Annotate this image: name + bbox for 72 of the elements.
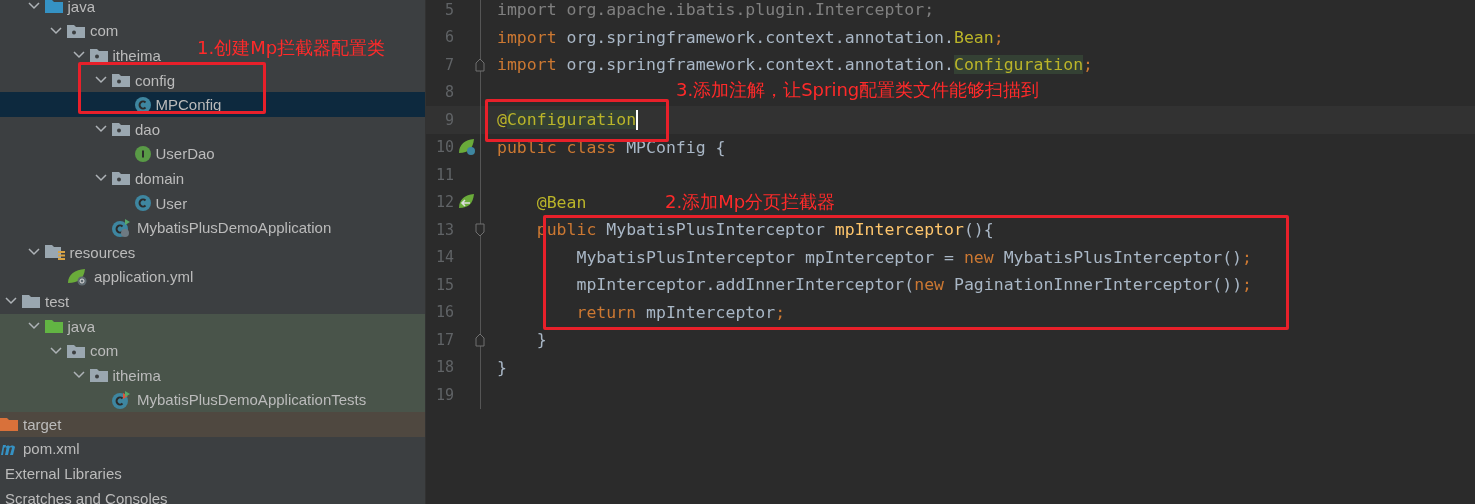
line-number: 18: [434, 358, 454, 377]
tree-label[interactable]: External Libraries: [5, 465, 122, 483]
interface-icon: [134, 145, 151, 162]
package-folder-icon: [67, 23, 85, 38]
code-line: return mpInterceptor;: [575, 302, 786, 322]
line-number: 5: [443, 0, 454, 19]
line-number: 7: [443, 55, 454, 74]
tree-label[interactable]: User: [155, 194, 188, 212]
line-number: 14: [434, 248, 454, 267]
line-number: 16: [434, 303, 454, 322]
tree-label[interactable]: itheima: [112, 47, 161, 64]
line-number: 12: [434, 193, 454, 212]
tree-label[interactable]: Scratches and Consoles: [5, 489, 168, 504]
resources-folder-icon: [44, 244, 65, 261]
code-line: }: [535, 330, 547, 350]
line-number: 15: [434, 275, 454, 294]
tree-label[interactable]: com: [90, 22, 119, 40]
tree-label[interactable]: application.yml: [94, 268, 194, 286]
folder-icon: [0, 417, 18, 432]
tree-label[interactable]: UserDao: [155, 145, 215, 163]
tree-label[interactable]: domain: [135, 169, 185, 187]
tree-label[interactable]: dao: [135, 120, 161, 138]
code-line: mpInterceptor.addInnerInterceptor(new PaginationInnerInterceptor());: [575, 275, 1252, 295]
folder-icon: [22, 294, 40, 309]
tree-label[interactable]: test: [45, 292, 70, 310]
line-number: 6: [443, 28, 454, 47]
tree-label[interactable]: resources: [69, 243, 136, 261]
tree-label[interactable]: MybatisPlusDemoApplicationTests: [137, 391, 367, 409]
code-line: }: [497, 357, 507, 377]
line-number: 19: [434, 385, 454, 404]
annotation-note: 2.添加Mp分页拦截器: [665, 190, 836, 214]
annotation-note: 1.创建Mp拦截器配置类: [197, 36, 386, 60]
class-icon: [134, 195, 151, 212]
class-icon: [134, 96, 151, 113]
package-folder-icon: [112, 73, 130, 88]
package-folder-icon: [112, 171, 130, 186]
tree-label[interactable]: MPConfig: [155, 96, 222, 114]
run-class-icon: [112, 218, 132, 237]
fold-marker-icon[interactable]: [475, 57, 485, 72]
line-number: 13: [434, 220, 454, 239]
bean-marker-icon[interactable]: [458, 138, 478, 157]
package-folder-icon: [89, 48, 108, 63]
code-line: import org.apache.ibatis.plugin.Interceptor;: [497, 0, 935, 20]
line-number: 11: [434, 165, 454, 184]
folder-icon: [44, 0, 63, 14]
tree-label[interactable]: com: [90, 342, 119, 360]
package-folder-icon: [112, 122, 130, 137]
package-folder-icon: [89, 368, 108, 383]
code-line: @Bean: [535, 192, 587, 212]
text-caret: [636, 109, 639, 130]
line-number: 17: [434, 330, 454, 349]
code-line: import org.springframework.context.annotation.Bean;: [497, 27, 1004, 47]
tree-label[interactable]: itheima: [112, 366, 161, 384]
line-number: 8: [443, 83, 454, 102]
tree-label[interactable]: java: [67, 0, 96, 15]
line-number: 10: [434, 138, 454, 157]
annotation-note: 3.添加注解，让Spring配置类文件能够扫描到: [676, 78, 1040, 102]
maven-icon: [0, 442, 18, 456]
tree-label[interactable]: java: [67, 317, 96, 335]
tree-label[interactable]: target: [23, 415, 62, 433]
code-line: import org.springframework.context.annotation.Configuration;: [497, 55, 1094, 75]
spring-leaf-icon: [67, 267, 89, 286]
tree-label[interactable]: pom.xml: [23, 440, 80, 458]
package-folder-icon: [67, 343, 85, 358]
tree-label[interactable]: MybatisPlusDemoApplication: [137, 219, 332, 237]
test-class-icon: [112, 390, 132, 409]
fold-marker-icon[interactable]: [475, 332, 485, 347]
code-line: MybatisPlusInterceptor mpInterceptor = new MybatisPlusInterceptor();: [575, 247, 1252, 267]
tree-label[interactable]: config: [135, 71, 176, 89]
fold-marker-icon[interactable]: [475, 222, 485, 237]
folder-icon: [44, 319, 63, 333]
code-line: @Configuration: [497, 109, 639, 130]
